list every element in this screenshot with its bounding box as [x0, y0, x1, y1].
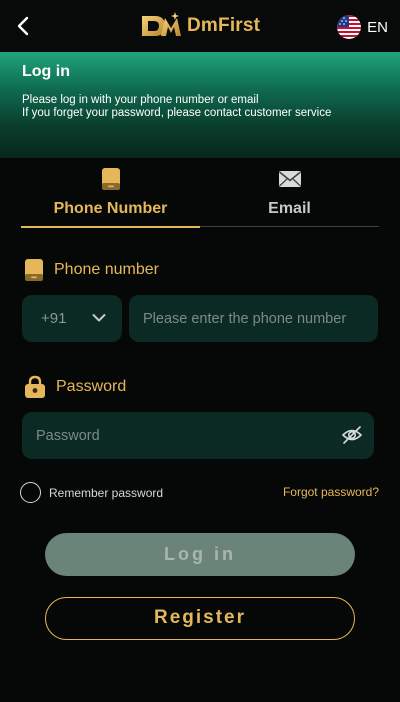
- login-method-tabs: Phone Number Email: [21, 164, 379, 228]
- instruction-text: Please log in with your phone number or …: [22, 94, 259, 106]
- active-tab-indicator: [21, 226, 200, 228]
- chevron-left-icon: [17, 16, 29, 36]
- country-code-value: +91: [41, 310, 67, 327]
- tab-phone-number[interactable]: Phone Number: [21, 164, 200, 228]
- country-code-select[interactable]: +91: [22, 295, 122, 342]
- tab-phone-number-label: Phone Number: [53, 200, 168, 217]
- password-label-text: Password: [56, 378, 127, 395]
- language-code: EN: [367, 18, 388, 36]
- top-bar: DmFirst EN: [0, 0, 400, 52]
- forgot-password-link[interactable]: Forgot password?: [283, 485, 379, 499]
- us-flag-icon: [337, 15, 362, 39]
- eye-off-icon: [341, 426, 363, 444]
- language-selector[interactable]: EN: [337, 15, 388, 39]
- remember-radio[interactable]: [20, 482, 41, 503]
- back-button[interactable]: [14, 14, 34, 38]
- toggle-password-visibility[interactable]: [341, 425, 363, 445]
- page-title: Log in: [22, 63, 70, 80]
- remember-password-checkbox[interactable]: Remember password: [20, 482, 163, 503]
- brand-name: DmFirst: [187, 15, 261, 36]
- chevron-down-icon: [92, 314, 106, 322]
- login-header-banner: Log in Please log in with your phone num…: [0, 52, 400, 158]
- phone-icon: [25, 259, 43, 281]
- password-input[interactable]: [22, 412, 374, 459]
- phone-number-input[interactable]: [129, 295, 378, 342]
- register-button[interactable]: Register: [45, 597, 355, 640]
- envelope-icon: [278, 171, 301, 187]
- lock-icon: [25, 375, 45, 398]
- remember-password-label: Remember password: [49, 485, 164, 500]
- password-label: Password: [24, 375, 126, 399]
- help-text: If you forget your password, please cont…: [22, 107, 332, 119]
- brand-logo: DmFirst: [139, 10, 260, 42]
- phone-number-label-text: Phone number: [54, 261, 159, 278]
- phone-icon: [101, 168, 120, 190]
- tab-email-label: Email: [268, 200, 311, 217]
- login-page: DmFirst EN Log in Please log in with you…: [0, 0, 400, 702]
- login-button[interactable]: Log in: [45, 533, 355, 576]
- phone-number-label: Phone number: [24, 258, 159, 282]
- dm-logo-icon: [142, 12, 181, 36]
- tab-email[interactable]: Email: [200, 164, 379, 227]
